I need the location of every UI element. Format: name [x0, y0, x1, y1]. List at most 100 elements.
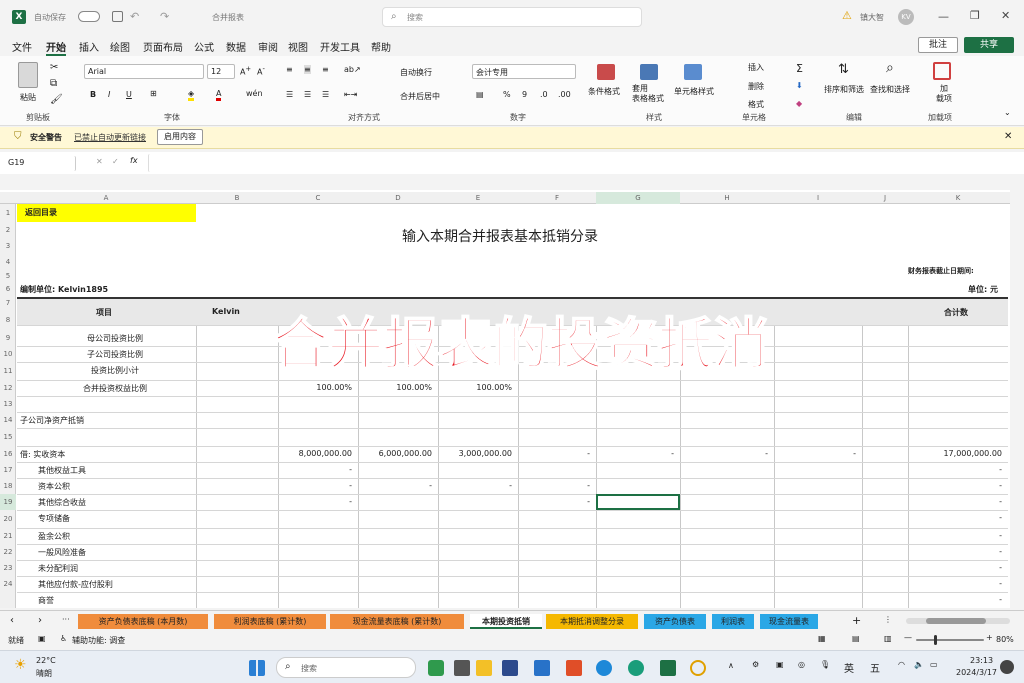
copy-icon[interactable]: ⧉: [50, 78, 57, 89]
back-to-index-cell[interactable]: 返回目录: [17, 204, 196, 222]
cell-e[interactable]: -: [438, 481, 512, 490]
table-format-label[interactable]: 套用 表格格式: [632, 84, 664, 104]
align-top-icon[interactable]: ≡: [286, 65, 293, 74]
paste-icon[interactable]: [18, 62, 38, 88]
tab-more-icon[interactable]: ···: [62, 615, 70, 624]
app-icon-4[interactable]: [566, 660, 582, 676]
cell-c[interactable]: -: [278, 497, 352, 506]
find-label[interactable]: 查找和选择: [870, 84, 910, 95]
cell-e[interactable]: 3,000,000.00: [438, 449, 512, 458]
share-button[interactable]: 共享: [964, 37, 1014, 53]
sum-icon[interactable]: Σ: [796, 62, 803, 75]
volume-icon[interactable]: 🔈: [914, 660, 924, 669]
row-header-2[interactable]: 2: [0, 222, 16, 238]
tab-prev-icon[interactable]: ‹: [10, 615, 14, 626]
minimize-icon[interactable]: —: [938, 10, 949, 23]
row-header-7[interactable]: 7: [0, 297, 16, 310]
row-header-15[interactable]: 15: [0, 428, 16, 446]
accounting-icon[interactable]: ▤: [476, 90, 484, 99]
column-header-j[interactable]: J: [862, 192, 908, 204]
decimal-decrease-icon[interactable]: .00: [558, 90, 571, 99]
cell-c[interactable]: -: [278, 465, 352, 474]
clock-time[interactable]: 23:13: [970, 656, 993, 665]
align-left-icon[interactable]: ☰: [286, 90, 293, 99]
close-icon[interactable]: ✕: [1001, 9, 1010, 22]
cell-i[interactable]: -: [774, 449, 856, 458]
collapse-ribbon-icon[interactable]: ⌄: [1004, 108, 1011, 117]
border-icon[interactable]: ⊞: [150, 89, 157, 98]
worksheet[interactable]: [0, 190, 1010, 608]
number-format-select[interactable]: 会计专用: [472, 64, 576, 79]
row-header-16[interactable]: 16: [0, 446, 16, 462]
cell-k[interactable]: -: [908, 595, 1002, 604]
tray-icon-2[interactable]: ▣: [776, 660, 784, 669]
column-header-g[interactable]: G: [596, 192, 680, 204]
row-header-3[interactable]: 3: [0, 238, 16, 254]
accessibility-icon[interactable]: ♿: [60, 634, 67, 643]
enter-icon[interactable]: ✓: [112, 157, 119, 166]
menu-view[interactable]: 视图: [288, 39, 308, 54]
percent-icon[interactable]: %: [503, 90, 511, 99]
column-header-d[interactable]: D: [358, 192, 438, 204]
menu-developer[interactable]: 开发工具: [320, 39, 360, 54]
row-header-19[interactable]: 19: [0, 494, 16, 510]
row-header-17[interactable]: 17: [0, 462, 16, 478]
app-icon-3[interactable]: [534, 660, 550, 676]
row-header-6[interactable]: 6: [0, 282, 16, 297]
cell-style-label[interactable]: 单元格样式: [674, 86, 714, 97]
add-sheet-icon[interactable]: +: [852, 614, 861, 627]
row-header-1[interactable]: 1: [0, 204, 16, 222]
align-middle-icon[interactable]: ≡: [304, 65, 311, 74]
wrap-text-button[interactable]: 自动换行: [400, 67, 432, 78]
task-view-icon[interactable]: [454, 660, 470, 676]
row-header-21[interactable]: 21: [0, 528, 16, 544]
file-explorer-icon[interactable]: [476, 660, 492, 676]
row-header-10[interactable]: 10: [0, 346, 16, 362]
grow-font-icon[interactable]: A+: [240, 65, 251, 77]
format-painter-icon[interactable]: 🖌: [50, 94, 63, 105]
name-box[interactable]: G19: [4, 156, 76, 171]
accessibility-status[interactable]: 辅助功能: 调查: [72, 635, 125, 646]
row-header-24[interactable]: 24: [0, 576, 16, 592]
cell-d[interactable]: 100.00%: [358, 383, 432, 392]
find-icon[interactable]: ⌕: [886, 60, 894, 76]
cell-k[interactable]: -: [908, 465, 1002, 474]
font-size-select[interactable]: 12: [207, 64, 235, 79]
app-icon-5[interactable]: [596, 660, 612, 676]
format-cells-button[interactable]: 格式: [748, 99, 764, 110]
paste-label[interactable]: 粘贴: [20, 92, 36, 103]
sort-filter-label[interactable]: 排序和筛选: [824, 84, 864, 95]
cell-g[interactable]: -: [596, 449, 674, 458]
column-header-i[interactable]: I: [774, 192, 862, 204]
app-icon-6[interactable]: [690, 660, 706, 676]
delete-cells-button[interactable]: 删除: [748, 81, 764, 92]
clock-date[interactable]: 2024/3/17: [956, 668, 997, 677]
cell-k[interactable]: -: [908, 481, 1002, 490]
edge-icon[interactable]: [628, 660, 644, 676]
taskbar-search[interactable]: ⌕ 搜索: [276, 657, 416, 678]
italic-icon[interactable]: I: [108, 90, 110, 99]
column-header-e[interactable]: E: [438, 192, 518, 204]
tray-icon-1[interactable]: ⚙: [752, 660, 759, 669]
merge-center-button[interactable]: 合并后居中: [400, 91, 440, 102]
undo-icon[interactable]: ↶: [130, 10, 139, 23]
fill-icon[interactable]: ⬇: [796, 81, 803, 90]
search-box[interactable]: ⌕ 搜索: [382, 7, 642, 27]
row-header-9[interactable]: 9: [0, 330, 16, 346]
column-header-c[interactable]: C: [278, 192, 358, 204]
sheet-tab[interactable]: 资产负债表底稿 (本月数): [78, 614, 208, 629]
weather-icon[interactable]: ☀: [14, 657, 27, 673]
cell-c[interactable]: 8,000,000.00: [278, 449, 352, 458]
row-header-12[interactable]: 12: [0, 380, 16, 396]
cell-h[interactable]: -: [680, 449, 768, 458]
zoom-in-icon[interactable]: +: [986, 633, 993, 642]
menu-insert[interactable]: 插入: [79, 39, 99, 54]
row-header-18[interactable]: 18: [0, 478, 16, 494]
conditional-format-icon[interactable]: [597, 64, 615, 80]
bold-icon[interactable]: B: [90, 90, 96, 99]
sheet-tab[interactable]: 利润表: [712, 614, 754, 629]
conditional-format-label[interactable]: 条件格式: [588, 86, 620, 97]
sort-filter-icon[interactable]: ⇅: [838, 62, 849, 77]
cell-c[interactable]: 100.00%: [278, 383, 352, 392]
cell-k[interactable]: -: [908, 513, 1002, 522]
